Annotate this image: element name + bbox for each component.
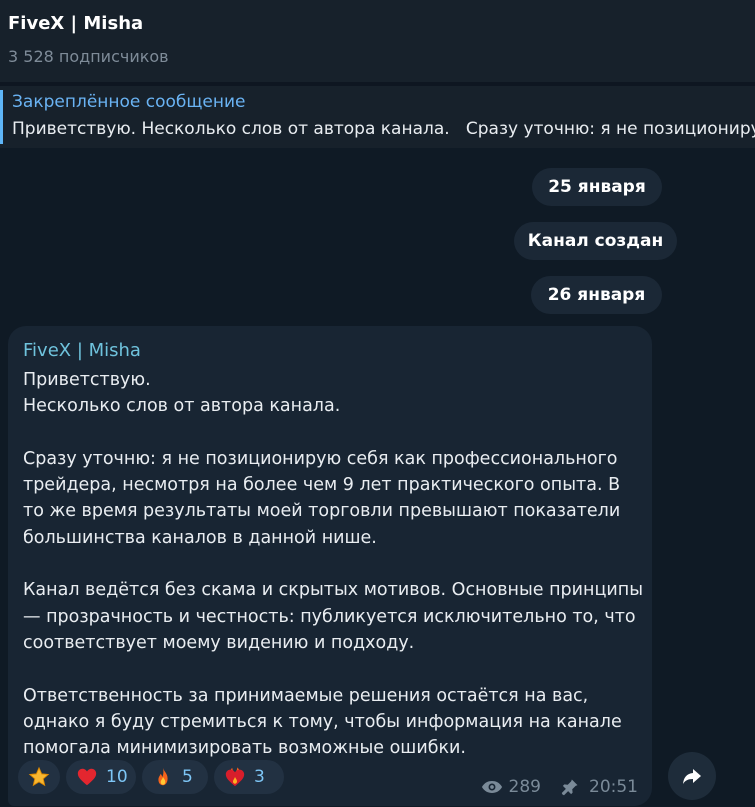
fire-icon	[152, 766, 174, 788]
subscriber-count: 3 528 подписчиков	[8, 47, 169, 66]
heart-on-fire-icon	[224, 766, 246, 788]
reaction-count: 5	[182, 767, 193, 787]
message-meta: 289 20:51	[481, 777, 638, 797]
reaction-count: 3	[254, 767, 265, 787]
view-count: 289	[508, 777, 541, 797]
reaction-star[interactable]	[18, 760, 60, 794]
pinned-text: Приветствую. Несколько слов от автора ка…	[12, 119, 755, 139]
reaction-count: 10	[106, 767, 128, 787]
pinned-message-bar[interactable]: Закреплённое сообщение Приветствую. Неск…	[0, 86, 755, 148]
share-arrow-icon	[683, 769, 701, 784]
heart-icon	[76, 766, 98, 788]
eye-icon	[481, 781, 502, 793]
date-badge: 26 января	[531, 276, 662, 314]
reaction-heart[interactable]: 10	[66, 760, 136, 794]
message-text: Приветствую. Несколько слов от автора ка…	[23, 370, 644, 759]
date-badge: 25 января	[532, 168, 662, 206]
reaction-fire[interactable]: 5	[142, 760, 208, 794]
message-bubble[interactable]: FiveX | Misha Приветствую. Несколько сло…	[8, 326, 652, 806]
star-icon	[28, 766, 50, 788]
pinned-indicator	[0, 90, 3, 144]
channel-title[interactable]: FiveX | Misha	[8, 13, 143, 34]
pinned-title: Закреплённое сообщение	[12, 92, 246, 112]
pin-icon	[561, 779, 578, 796]
message-time: 20:51	[589, 777, 638, 797]
message-author[interactable]: FiveX | Misha	[23, 340, 141, 361]
reaction-heart-on-fire[interactable]: 3	[214, 760, 284, 794]
share-button[interactable]	[668, 752, 716, 800]
channel-header[interactable]: FiveX | Misha 3 528 подписчиков	[0, 0, 755, 82]
service-message-channel-created: Канал создан	[514, 222, 677, 260]
